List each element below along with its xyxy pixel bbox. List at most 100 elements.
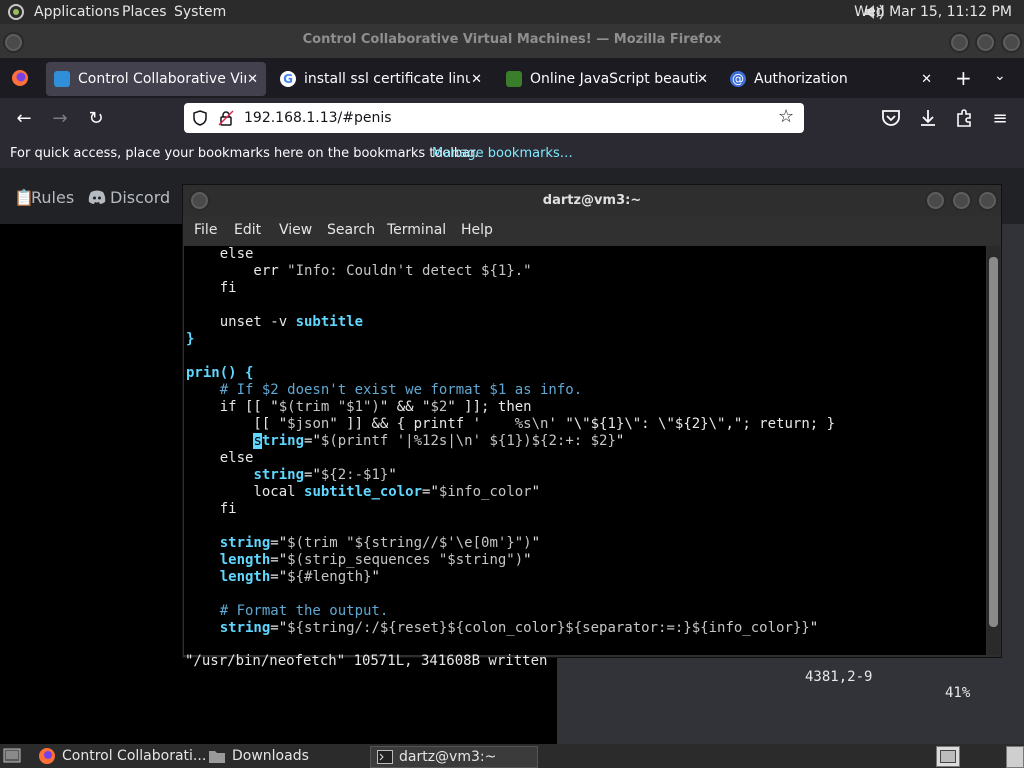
menu-file[interactable]: File	[194, 222, 217, 238]
show-desktop-icon[interactable]	[3, 748, 21, 764]
code-line: err "Info: Couldn't detect ${1}."	[186, 263, 532, 279]
insecure-lock-icon[interactable]	[218, 110, 234, 126]
task-firefox[interactable]: Control Collaborati...	[24, 746, 222, 766]
hamburger-menu-icon[interactable]: ≡	[988, 108, 1012, 129]
menu-places[interactable]: Places	[122, 4, 167, 20]
at-sign-icon: @	[730, 71, 746, 87]
code-line: else	[186, 450, 254, 466]
bookmark-star-icon[interactable]: ☆	[778, 106, 794, 127]
code-line: # If $2 doesn't exist we format $1 as in…	[186, 382, 583, 398]
bottom-taskbar: Control Collaborati... Downloads dartz@v…	[0, 744, 1024, 768]
url-bar[interactable]: 192.168.1.13/#penis ☆	[184, 103, 804, 133]
discord-icon	[88, 190, 106, 204]
back-arrow-icon[interactable]: ←	[12, 108, 36, 129]
pocket-icon[interactable]	[880, 108, 902, 128]
tab-label: install ssl certificate linux - G	[304, 71, 470, 87]
workspace-switcher[interactable]	[936, 746, 960, 767]
code-line: string="${2:-$1}"	[253, 467, 397, 483]
clock[interactable]: Wed Mar 15, 11:12 PM	[854, 4, 1012, 20]
code-line: # Format the output.	[186, 603, 389, 619]
nav-rules[interactable]: Rules	[31, 188, 74, 207]
tab-label: Authorization	[754, 71, 848, 87]
code-line: string="${string/:/${reset}${colon_color…	[219, 620, 819, 636]
new-tab-icon[interactable]: +	[955, 66, 972, 90]
beautifier-icon	[506, 71, 522, 87]
maximize-button[interactable]	[975, 32, 996, 53]
tab-ssl-certificate[interactable]: G install ssl certificate linux - G ✕	[272, 62, 490, 96]
code-line: prin() {	[186, 365, 254, 381]
top-panel: Applications Places System Wed Mar 15, 1…	[0, 0, 1024, 24]
task-label: Control Collaborati...	[62, 748, 207, 764]
folder-icon	[209, 751, 225, 763]
code-line: [[ "$json" ]] && { printf ' %s\n' "\"${1…	[186, 416, 836, 432]
text-cursor: s	[253, 433, 262, 449]
task-terminal[interactable]: dartz@vm3:~	[370, 746, 538, 768]
tab-close-icon[interactable]: ✕	[247, 72, 258, 87]
reload-icon[interactable]: ↻	[84, 108, 108, 129]
tab-label: Online JavaScript beautifier	[530, 71, 700, 87]
task-downloads[interactable]: Downloads	[206, 746, 366, 766]
terminal-screen[interactable]: else err "Info: Couldn't detect ${1}." f…	[184, 246, 986, 655]
cursor-position: 4381,2-9	[805, 669, 873, 685]
tab-js-beautifier[interactable]: Online JavaScript beautifier ✕	[498, 62, 716, 96]
code-line: string="$(printf '|%12s|\n' ${1})${2:+: …	[253, 433, 625, 449]
tab-close-icon[interactable]: ✕	[471, 72, 482, 87]
firefox-titlebar[interactable]: Control Collaborative Virtual Machines! …	[0, 24, 1024, 58]
extensions-icon[interactable]	[954, 108, 974, 128]
code-line: length="${#length}"	[219, 569, 380, 585]
terminal-menubar: File Edit View Search Terminal Help	[183, 217, 1001, 245]
tab-label: Control Collaborative Virtual	[78, 71, 246, 87]
list-tabs-chevron-icon[interactable]: ⌄	[994, 68, 1006, 84]
downloads-icon[interactable]	[918, 108, 938, 128]
terminal-icon	[377, 750, 393, 764]
firefox-view-icon[interactable]	[10, 68, 30, 88]
forward-arrow-icon[interactable]: →	[48, 108, 72, 129]
bookmarks-toolbar: For quick access, place your bookmarks h…	[0, 140, 1024, 168]
tab-close-icon[interactable]: ✕	[921, 72, 932, 87]
code-line: local subtitle_color="$info_color"	[186, 484, 541, 500]
workspace-icon	[940, 750, 956, 763]
code-line: fi	[186, 501, 237, 517]
code-line: string="$(trim "${string//$'\e[0m'}")"	[219, 535, 541, 551]
menu-search[interactable]: Search	[327, 222, 375, 238]
tab-bar: Control Collaborative Virtual ✕ G instal…	[0, 58, 1024, 98]
tab-authorization[interactable]: @ Authorization ✕	[722, 62, 940, 96]
url-text[interactable]: 192.168.1.13/#penis	[244, 110, 392, 126]
scroll-percent: 41%	[945, 685, 971, 701]
terminal-scrollbar-thumb[interactable]	[989, 257, 998, 627]
bookmarks-hint: For quick access, place your bookmarks h…	[10, 146, 479, 161]
code-line: length="$(strip_sequences "$string")"	[219, 552, 532, 568]
menu-terminal[interactable]: Terminal	[387, 222, 446, 238]
terminal-maximize-button[interactable]	[951, 190, 972, 211]
menu-applications[interactable]: Applications	[34, 4, 120, 20]
trash-icon[interactable]	[1006, 746, 1024, 768]
manage-bookmarks-link[interactable]: Manage bookmarks…	[432, 146, 573, 161]
vim-status-line: "/usr/bin/neofetch" 10571L, 341608B writ…	[185, 637, 985, 701]
tracking-shield-icon[interactable]	[192, 110, 208, 126]
gnome-foot-icon[interactable]	[6, 3, 26, 21]
status-message: "/usr/bin/neofetch" 10571L, 341608B writ…	[185, 653, 548, 669]
code-line: else	[186, 246, 254, 262]
terminal-close-button[interactable]	[977, 190, 998, 211]
menu-help[interactable]: Help	[461, 222, 493, 238]
menu-system[interactable]: System	[174, 4, 226, 20]
tab-control-collaborative[interactable]: Control Collaborative Virtual ✕	[46, 62, 266, 96]
task-label: Downloads	[232, 748, 309, 764]
terminal-title: dartz@vm3:~	[542, 193, 642, 208]
code-line: }	[186, 331, 195, 347]
menu-view[interactable]: View	[279, 222, 312, 238]
window-title: Control Collaborative Virtual Machines! …	[302, 32, 722, 47]
firefox-icon	[39, 748, 55, 764]
task-label: dartz@vm3:~	[399, 749, 497, 765]
code-line: unset -v subtitle	[186, 314, 364, 330]
menu-edit[interactable]: Edit	[234, 222, 261, 238]
monitor-icon	[54, 71, 70, 87]
tab-close-icon[interactable]: ✕	[697, 72, 708, 87]
terminal-window[interactable]: dartz@vm3:~ File Edit View Search Termin…	[182, 184, 1002, 701]
close-window-button[interactable]	[1001, 32, 1022, 53]
terminal-minimize-button[interactable]	[925, 190, 946, 211]
minimize-button[interactable]	[949, 32, 970, 53]
code-line: fi	[186, 280, 237, 296]
google-icon: G	[280, 71, 296, 87]
nav-discord[interactable]: Discord	[110, 188, 170, 207]
